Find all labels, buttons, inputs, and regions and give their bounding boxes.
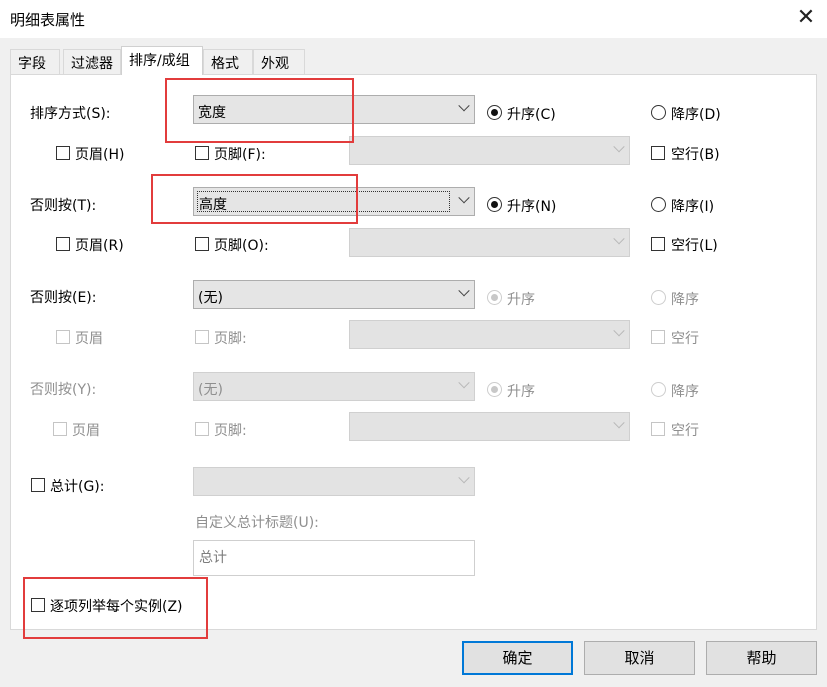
chevron-down-icon bbox=[458, 472, 470, 484]
chevron-down-icon bbox=[613, 417, 625, 429]
tab-filter[interactable]: 过滤器 bbox=[63, 49, 121, 74]
chevron-down-icon bbox=[613, 325, 625, 337]
then-by-1-descending-radio[interactable] bbox=[651, 197, 666, 212]
tab-appearance[interactable]: 外观 bbox=[253, 49, 305, 74]
then-by-2-footer-label: 页脚: bbox=[214, 331, 247, 347]
custom-total-title-input[interactable]: 总计 bbox=[193, 540, 475, 576]
then-by-2-blank-line-label: 空行 bbox=[671, 331, 699, 347]
then-by-1-footer-select[interactable] bbox=[349, 228, 630, 257]
cancel-button[interactable]: 取消 bbox=[584, 641, 695, 675]
sort-by-blank-line-label: 空行(B) bbox=[671, 147, 720, 163]
highlight-box-sort-by bbox=[165, 78, 354, 143]
then-by-2-label: 否则按(E): bbox=[30, 290, 97, 306]
then-by-1-footer-label: 页脚(O): bbox=[214, 238, 269, 254]
then-by-3-ascending-label: 升序 bbox=[507, 384, 535, 400]
then-by-3-descending-radio[interactable] bbox=[651, 382, 666, 397]
grand-total-checkbox[interactable] bbox=[31, 478, 45, 492]
then-by-3-footer-checkbox[interactable] bbox=[195, 422, 209, 436]
then-by-3-value: (无) bbox=[198, 382, 223, 398]
then-by-3-label: 否则按(Y): bbox=[30, 382, 97, 398]
sort-by-footer-checkbox[interactable] bbox=[195, 146, 209, 160]
help-button[interactable]: 帮助 bbox=[706, 641, 817, 675]
then-by-1-ascending-label: 升序(N) bbox=[507, 199, 557, 215]
tab-formatting[interactable]: 格式 bbox=[203, 49, 253, 74]
sort-by-header-label: 页眉(H) bbox=[75, 147, 125, 163]
then-by-3-ascending-radio[interactable] bbox=[487, 382, 502, 397]
then-by-2-blank-line-checkbox[interactable] bbox=[651, 330, 665, 344]
sort-by-header-checkbox[interactable] bbox=[56, 146, 70, 160]
chevron-down-icon bbox=[458, 100, 470, 112]
sort-by-blank-line-checkbox[interactable] bbox=[651, 146, 665, 160]
then-by-3-blank-line-label: 空行 bbox=[671, 423, 699, 439]
then-by-3-select[interactable]: (无) bbox=[193, 372, 475, 401]
then-by-2-header-label: 页眉 bbox=[75, 331, 103, 347]
then-by-2-descending-label: 降序 bbox=[671, 292, 699, 308]
chevron-down-icon bbox=[458, 192, 470, 204]
then-by-3-descending-label: 降序 bbox=[671, 384, 699, 400]
highlight-box-itemize bbox=[23, 577, 208, 639]
then-by-1-footer-checkbox[interactable] bbox=[195, 237, 209, 251]
sort-by-descending-label: 降序(D) bbox=[671, 107, 721, 123]
then-by-2-header-checkbox[interactable] bbox=[56, 330, 70, 344]
then-by-2-ascending-label: 升序 bbox=[507, 292, 535, 308]
tab-sorting-grouping[interactable]: 排序/成组 bbox=[121, 46, 203, 75]
then-by-1-blank-line-label: 空行(L) bbox=[671, 238, 718, 254]
sort-by-label: 排序方式(S): bbox=[30, 106, 111, 122]
then-by-2-footer-select[interactable] bbox=[349, 320, 630, 349]
sort-by-footer-select[interactable] bbox=[349, 136, 630, 165]
close-icon[interactable]: ✕ bbox=[793, 5, 819, 31]
highlight-box-then-by bbox=[151, 174, 358, 224]
chevron-down-icon bbox=[458, 285, 470, 297]
window-title: 明细表属性 bbox=[10, 11, 86, 29]
sort-by-descending-radio[interactable] bbox=[651, 105, 666, 120]
then-by-1-label: 否则按(T): bbox=[30, 198, 97, 214]
then-by-1-header-label: 页眉(R) bbox=[75, 238, 124, 254]
chevron-down-icon bbox=[613, 233, 625, 245]
tab-fields[interactable]: 字段 bbox=[10, 49, 60, 74]
sort-by-footer-label: 页脚(F): bbox=[214, 147, 266, 163]
then-by-2-select[interactable]: (无) bbox=[193, 280, 475, 309]
then-by-3-header-label: 页眉 bbox=[72, 423, 100, 439]
then-by-2-ascending-radio[interactable] bbox=[487, 290, 502, 305]
then-by-3-footer-select[interactable] bbox=[349, 412, 630, 441]
custom-total-title-value: 总计 bbox=[199, 550, 227, 566]
custom-total-title-label: 自定义总计标题(U): bbox=[195, 515, 319, 531]
chevron-down-icon bbox=[458, 377, 470, 389]
then-by-3-footer-label: 页脚: bbox=[214, 423, 247, 439]
then-by-2-descending-radio[interactable] bbox=[651, 290, 666, 305]
then-by-3-header-checkbox[interactable] bbox=[53, 422, 67, 436]
ok-button[interactable]: 确定 bbox=[462, 641, 573, 675]
chevron-down-icon bbox=[613, 141, 625, 153]
then-by-2-footer-checkbox[interactable] bbox=[195, 330, 209, 344]
title-bar bbox=[0, 0, 827, 38]
then-by-2-value: (无) bbox=[198, 290, 223, 306]
then-by-1-ascending-radio[interactable] bbox=[487, 197, 502, 212]
sort-by-ascending-radio[interactable] bbox=[487, 105, 502, 120]
then-by-1-header-checkbox[interactable] bbox=[56, 237, 70, 251]
grand-total-select[interactable] bbox=[193, 467, 475, 496]
sort-by-ascending-label: 升序(C) bbox=[507, 107, 556, 123]
then-by-1-descending-label: 降序(I) bbox=[671, 199, 715, 215]
then-by-3-blank-line-checkbox[interactable] bbox=[651, 422, 665, 436]
then-by-1-blank-line-checkbox[interactable] bbox=[651, 237, 665, 251]
grand-total-label: 总计(G): bbox=[50, 479, 105, 495]
